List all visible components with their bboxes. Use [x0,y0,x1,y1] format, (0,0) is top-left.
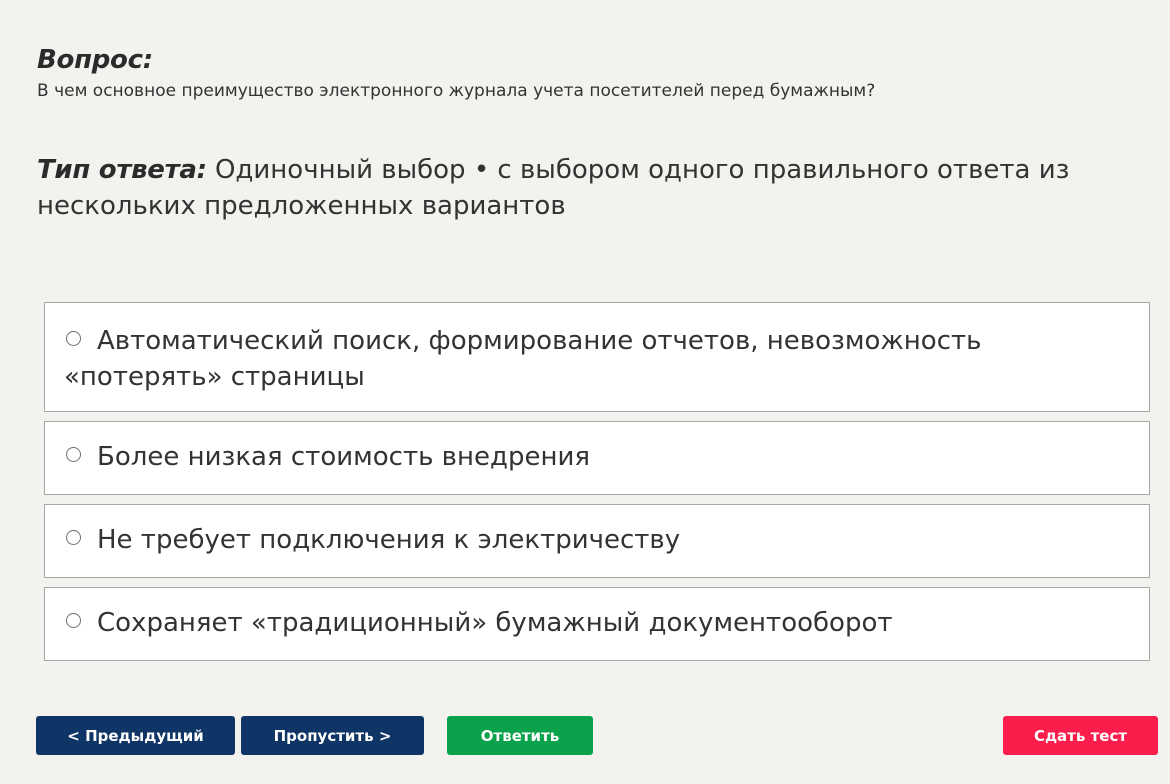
answer-option-label: Не требует подключения к электричеству [97,525,681,555]
answer-option-label: Автоматический поиск, формирование отчет… [64,326,982,392]
radio-unchecked-icon[interactable] [66,613,81,628]
radio-unchecked-icon[interactable] [66,530,81,545]
question-label: Вопрос: [37,45,153,75]
answer-type: Тип ответа: Одиночный выбор • с выбором … [37,152,1127,224]
answer-option-3[interactable]: Не требует подключения к электричеству [44,504,1150,578]
answer-option-4[interactable]: Сохраняет «традиционный» бумажный докуме… [44,587,1150,661]
submit-test-button[interactable]: Сдать тест [1003,716,1158,755]
answer-option-label: Сохраняет «традиционный» бумажный докуме… [97,608,893,638]
answer-type-label: Тип ответа: [37,155,207,185]
answer-button[interactable]: Ответить [447,716,593,755]
question-text: В чем основное преимущество электронного… [37,81,876,101]
answer-option-2[interactable]: Более низкая стоимость внедрения [44,421,1150,495]
answer-options: Автоматический поиск, формирование отчет… [44,302,1150,670]
radio-unchecked-icon[interactable] [66,331,81,346]
skip-button[interactable]: Пропустить > [241,716,424,755]
radio-unchecked-icon[interactable] [66,447,81,462]
answer-option-1[interactable]: Автоматический поиск, формирование отчет… [44,302,1150,412]
action-bar: < Предыдущий Пропустить > Ответить Сдать… [0,716,1170,755]
question-block: Вопрос: В чем основное преимущество элек… [37,44,1137,102]
answer-option-label: Более низкая стоимость внедрения [97,442,591,472]
previous-button[interactable]: < Предыдущий [36,716,235,755]
